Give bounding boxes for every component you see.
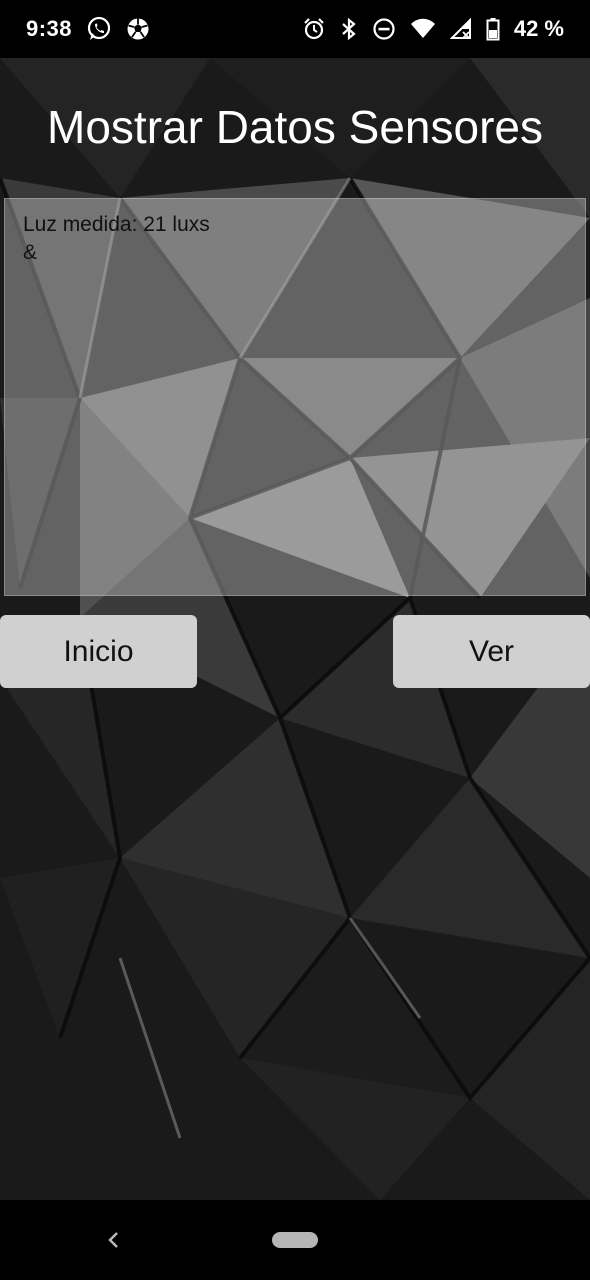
battery-icon — [486, 17, 500, 41]
whatsapp-icon — [86, 16, 112, 42]
navigation-bar — [0, 1200, 590, 1280]
ver-button[interactable]: Ver — [393, 615, 590, 688]
sensor-data-panel[interactable]: Luz medida: 21 luxs & — [4, 198, 586, 596]
do-not-disturb-icon — [372, 17, 396, 41]
status-bar: 9:38 42 % — [0, 0, 590, 58]
status-time: 9:38 — [26, 16, 73, 41]
status-left: 9:38 — [26, 16, 150, 42]
bluetooth-icon — [340, 17, 358, 41]
inicio-button[interactable]: Inicio — [0, 615, 197, 688]
chevron-left-icon[interactable] — [102, 1228, 126, 1252]
battery-percentage: 42 % — [513, 16, 564, 41]
app-screen: 9:38 42 % Mostrar Datos Sensores Luz med… — [0, 0, 590, 1280]
signal-icon — [449, 17, 472, 41]
wifi-icon — [410, 17, 436, 41]
home-pill-icon[interactable] — [272, 1232, 318, 1248]
alarm-icon — [302, 17, 326, 41]
soccer-ball-icon — [126, 17, 150, 41]
status-right: 42 % — [302, 16, 564, 42]
page-title: Mostrar Datos Sensores — [47, 101, 543, 153]
